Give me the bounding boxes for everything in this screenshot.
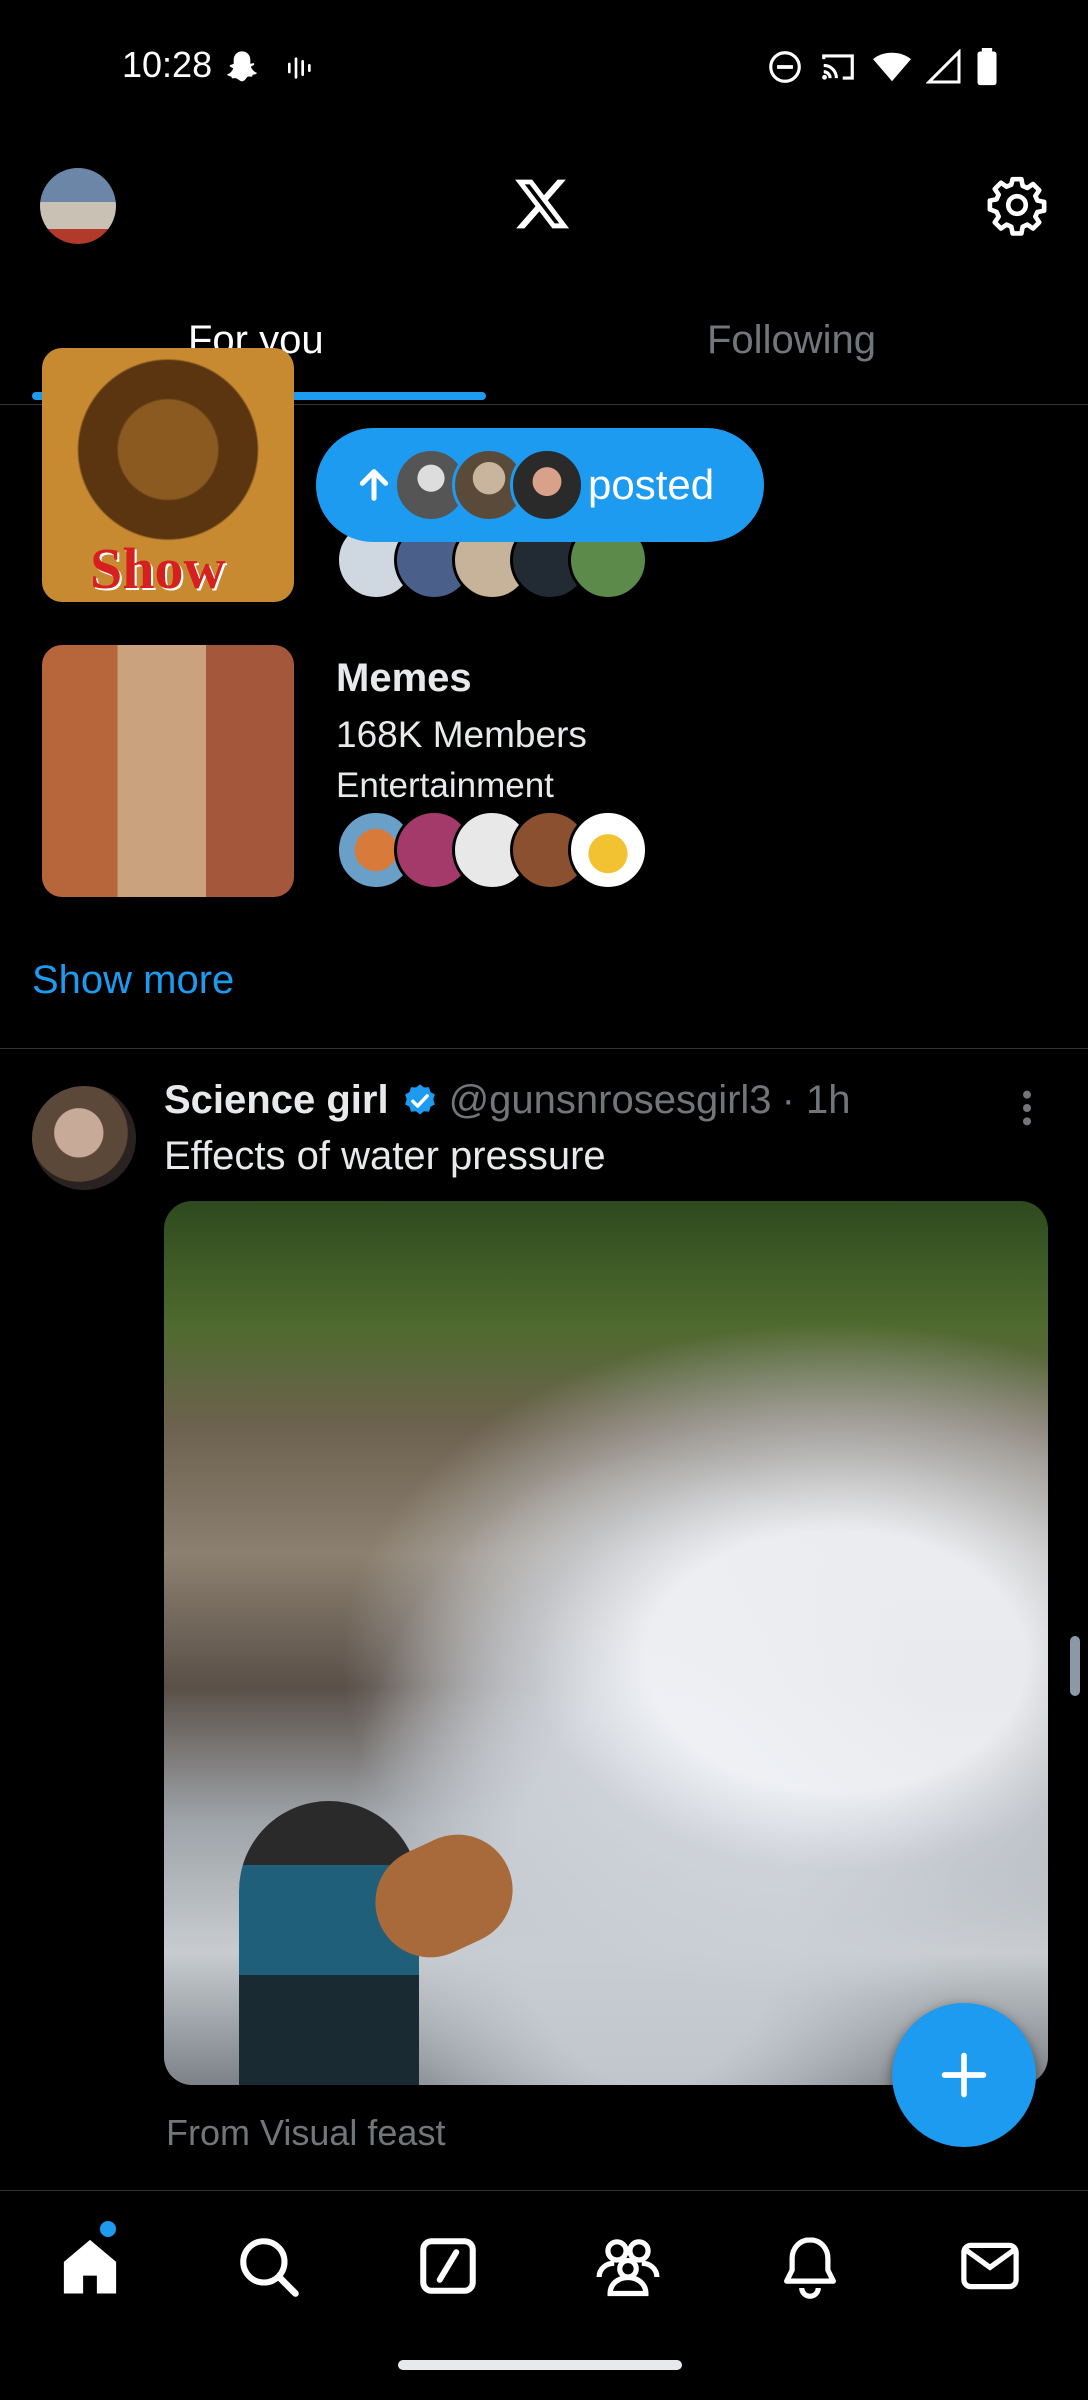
tweet-time: · 1h	[781, 1078, 851, 1122]
notification-dot	[100, 2221, 116, 2237]
notifications-icon[interactable]	[777, 2233, 843, 2299]
video-subject	[239, 1801, 419, 2085]
plus-icon	[941, 2052, 987, 2098]
tweet-source[interactable]: From Visual feast	[166, 2112, 445, 2154]
status-bar: 10:28	[0, 0, 1088, 135]
member-avatar	[568, 810, 648, 890]
new-posts-label: posted	[588, 461, 715, 508]
poster-avatar	[510, 448, 584, 522]
search-icon[interactable]	[235, 2233, 301, 2299]
community-name[interactable]: Memes	[336, 656, 472, 701]
top-header	[0, 150, 1088, 260]
tweet-text: Effects of water pressure	[164, 1134, 606, 1178]
cast-icon	[822, 54, 854, 80]
tab-following[interactable]: Following	[707, 318, 876, 363]
home-indicator[interactable]	[398, 2360, 682, 2370]
more-options-icon[interactable]	[1012, 1088, 1042, 1128]
verified-badge-icon	[404, 1083, 435, 1114]
community-members: 168K Members	[336, 714, 587, 755]
compose-button[interactable]	[892, 2003, 1036, 2147]
communities-icon[interactable]	[595, 2233, 661, 2299]
community-thumbnail-text: Show	[90, 536, 226, 601]
tweet-video[interactable]	[164, 1201, 1048, 2085]
status-time: 10:28	[122, 44, 213, 85]
author-handle[interactable]: @gunsnrosesgirl3	[449, 1078, 772, 1123]
scrollbar-thumb[interactable]	[1070, 1636, 1080, 1696]
community-thumbnail[interactable]	[42, 645, 294, 897]
messages-icon[interactable]	[957, 2233, 1023, 2299]
wifi-icon	[873, 52, 911, 82]
x-logo-icon	[515, 179, 570, 229]
tweet-header: Science girl @gunsnrosesgirl3 · 1h	[164, 1078, 851, 1123]
community-category: Entertainment	[336, 766, 554, 805]
profile-avatar[interactable]	[40, 168, 116, 244]
grok-icon[interactable]	[415, 2233, 481, 2299]
battery-icon	[977, 48, 997, 86]
author-name[interactable]: Science girl	[164, 1078, 389, 1123]
author-avatar[interactable]	[32, 1086, 136, 1190]
do-not-disturb-icon	[769, 51, 801, 83]
voice-icon	[288, 57, 311, 79]
gear-icon[interactable]	[986, 174, 1048, 236]
arrow-up-icon	[359, 469, 389, 501]
new-posts-pill[interactable]: posted	[316, 428, 764, 542]
show-more-link[interactable]: Show more	[32, 958, 234, 1003]
community-thumbnail[interactable]: Show	[42, 348, 294, 602]
divider	[0, 1048, 1088, 1049]
home-icon[interactable]	[57, 2233, 123, 2299]
signal-icon	[926, 49, 961, 84]
snapchat-icon	[227, 51, 257, 82]
bottom-navigation	[0, 2190, 1088, 2330]
community-member-avatars	[336, 810, 648, 890]
